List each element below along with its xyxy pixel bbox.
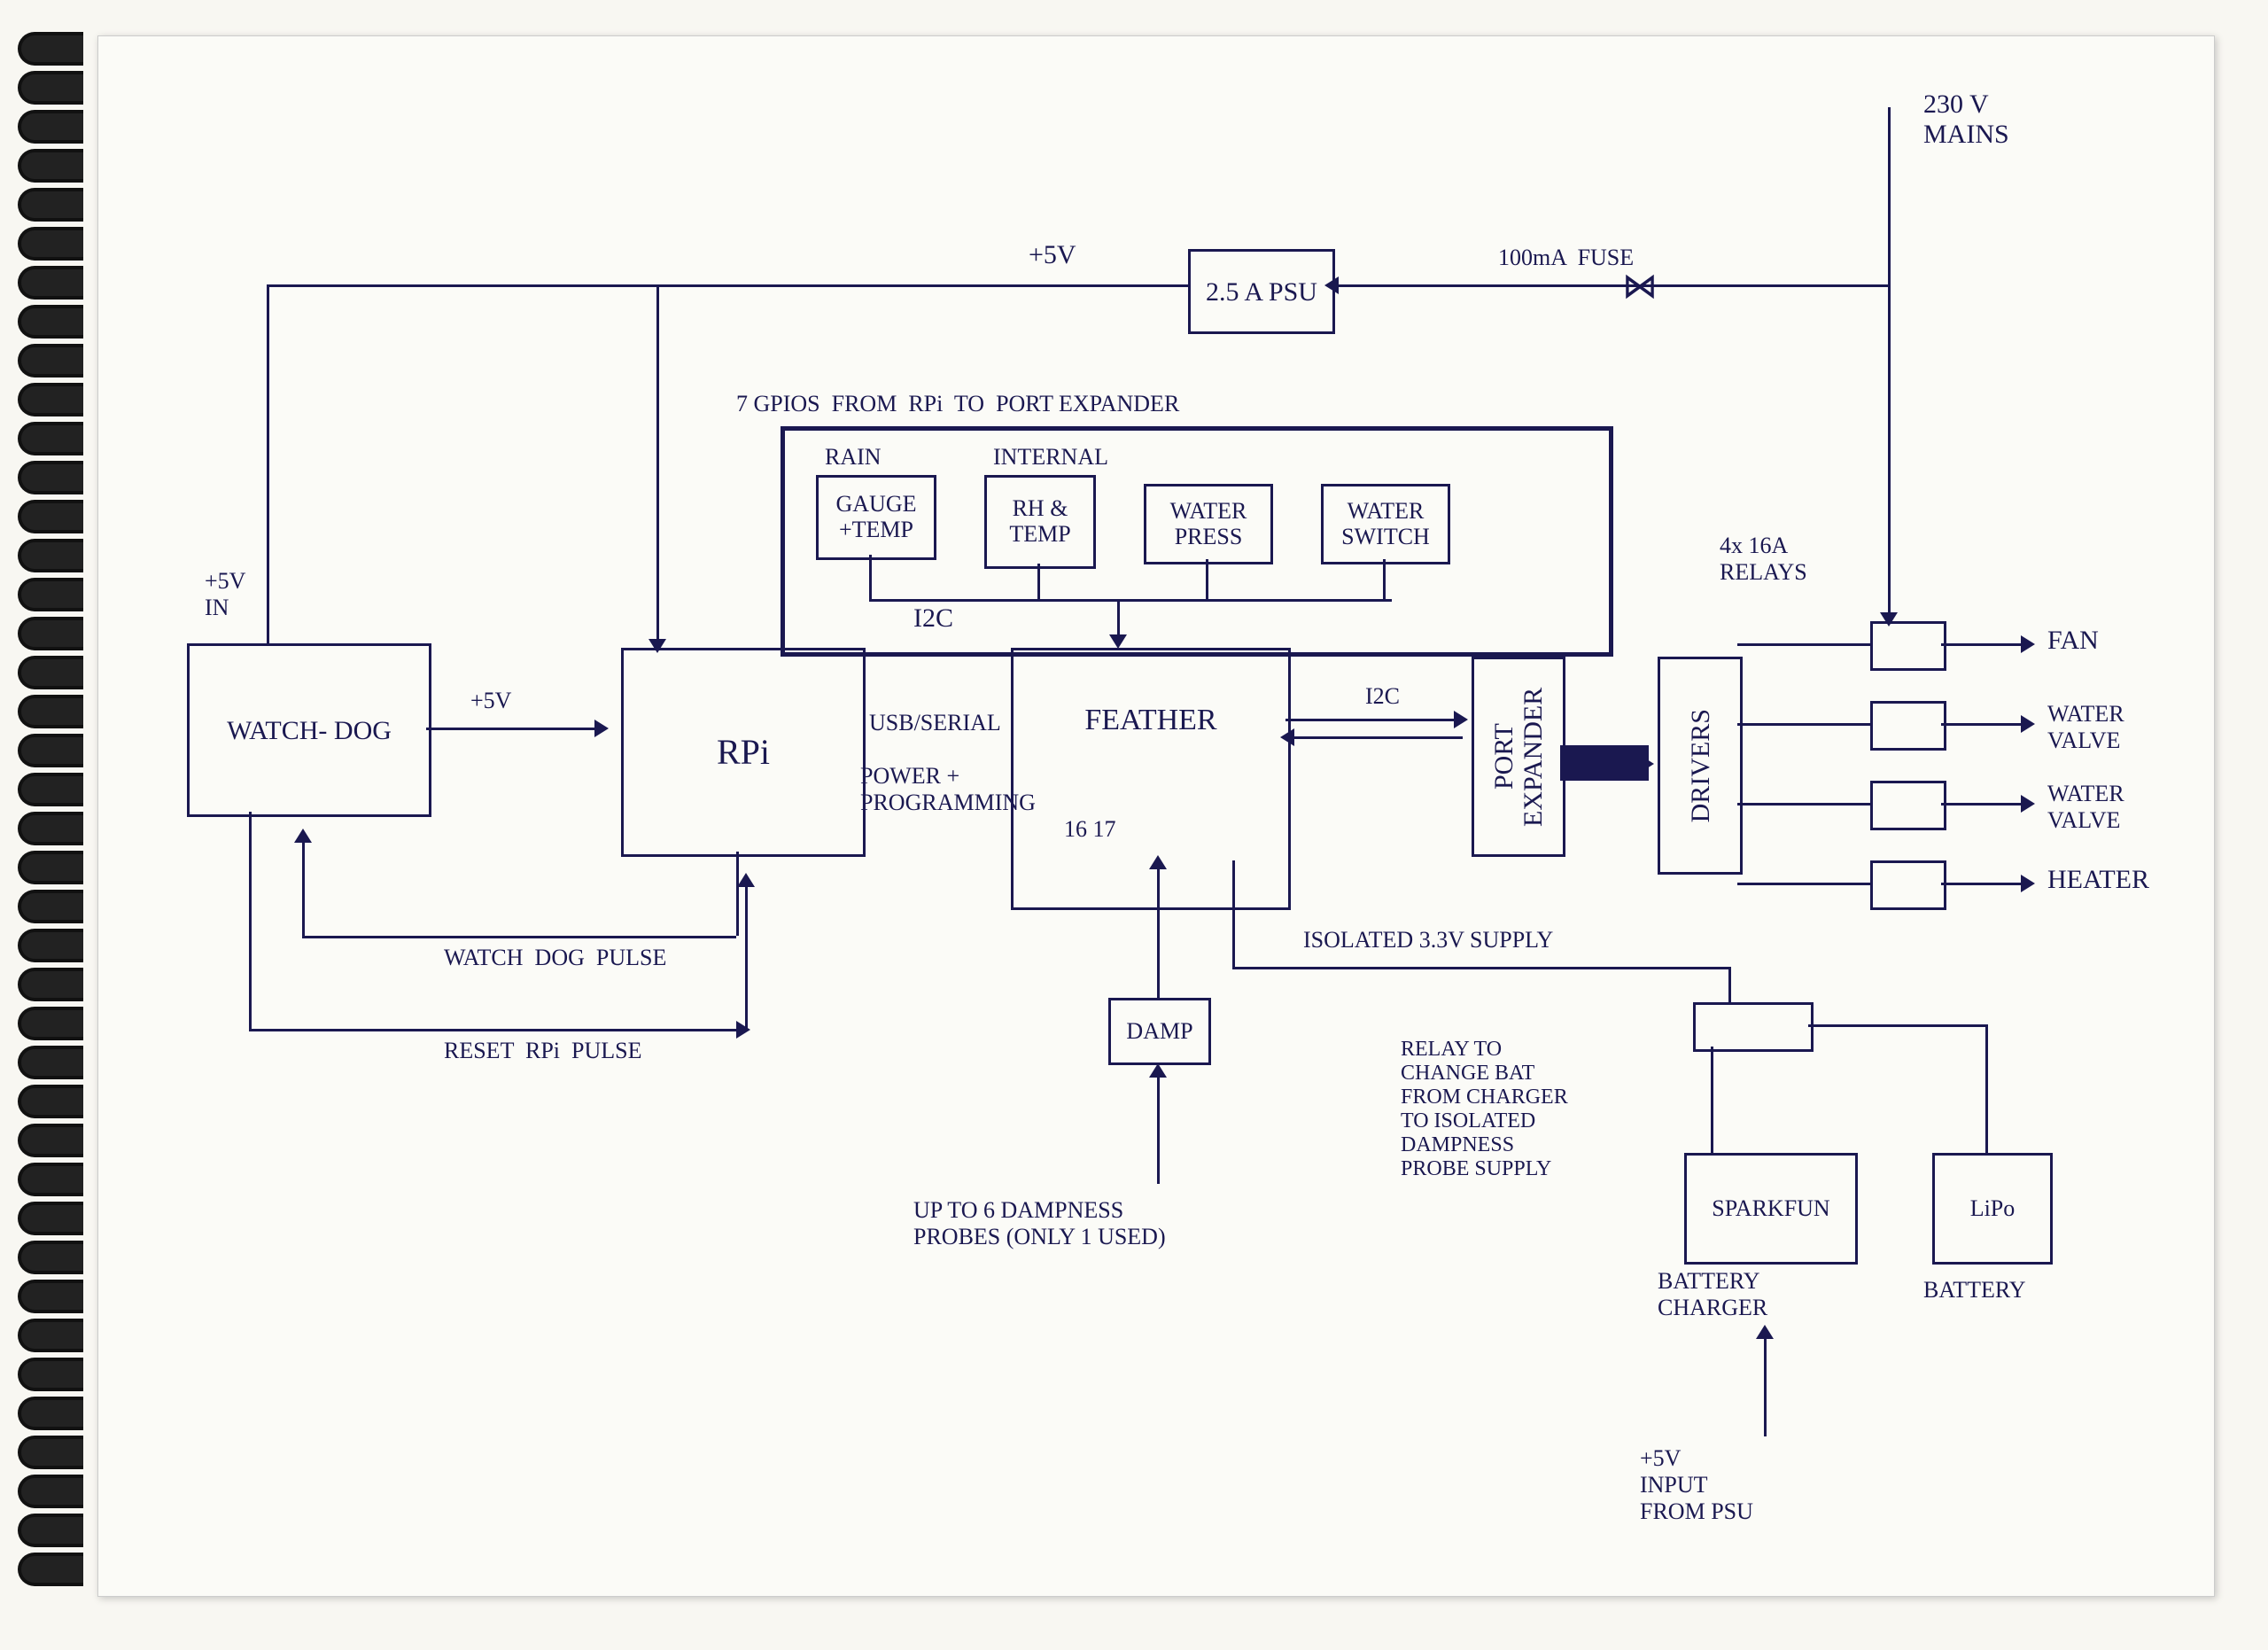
relay-fan	[1870, 621, 1946, 671]
rain-block: GAUGE +TEMP	[816, 475, 936, 560]
reset-up1	[249, 812, 252, 1029]
notebook-spiral	[9, 27, 89, 1623]
damp-note: UP TO 6 DAMPNESS PROBES (ONLY 1 USED)	[913, 1197, 1166, 1250]
pp-label: POWER + PROGRAMMING	[860, 763, 1036, 816]
out-wv1	[1941, 723, 2030, 726]
usb-label: USB/SERIAL	[869, 710, 1001, 736]
i2c-to-feather	[1117, 599, 1120, 643]
watchdog-text: WATCH- DOG	[227, 716, 392, 745]
lipo-text: LiPo	[1970, 1196, 2016, 1222]
relay-to-lipo-h	[1808, 1024, 1985, 1027]
feather-text: FEATHER	[1084, 704, 1216, 736]
heater-label: HEATER	[2047, 865, 2149, 895]
wd-pulse-up1	[302, 834, 305, 936]
reset-line	[249, 1029, 745, 1031]
5v-from-psu: +5V INPUT FROM PSU	[1640, 1445, 1753, 1525]
relay-to-sf	[1711, 1047, 1713, 1153]
battery-caption: BATTERY	[1923, 1277, 2026, 1304]
mains-wire	[1888, 107, 1891, 603]
gpio-title: 7 GPIOS FROM RPi TO PORT EXPANDER	[736, 391, 1179, 417]
fuse-wire	[1330, 284, 1888, 287]
out-wv2	[1941, 803, 2030, 806]
psu-block: 2.5 A PSU	[1188, 249, 1335, 334]
relays-hdr: 4x 16A RELAYS	[1720, 533, 1807, 586]
relay-wv2	[1870, 781, 1946, 830]
charger-caption: BATTERY CHARGER	[1658, 1268, 1767, 1321]
reset-label: RESET RPi PULSE	[444, 1038, 641, 1064]
relay-heater	[1870, 860, 1946, 910]
feather-pins: 16 17	[1064, 816, 1116, 843]
int-hdr: INTERNAL	[993, 444, 1108, 471]
i2c-bus	[869, 599, 1392, 602]
rain-drop	[869, 555, 872, 599]
switch-drop	[1383, 559, 1386, 599]
press-text: WATER PRESS	[1146, 499, 1270, 549]
port-expander-text: PORT EXPANDER	[1489, 659, 1548, 854]
watchdog-block: WATCH- DOG	[187, 643, 431, 817]
mains-label: 230 V MAINS	[1923, 90, 2009, 150]
reset-up2	[745, 878, 748, 1029]
drv-wv1	[1737, 723, 1870, 726]
switch-block: WATER SWITCH	[1321, 484, 1450, 564]
rain-text: GAUGE +TEMP	[819, 492, 934, 542]
feather-to-pe	[1285, 719, 1463, 721]
rain-hdr: RAIN	[825, 444, 882, 471]
5v-wire	[267, 284, 1188, 287]
pe-to-feather	[1285, 736, 1463, 739]
feather-block: FEATHER	[1011, 648, 1291, 910]
i2c-a: I2C	[913, 603, 953, 634]
wd-to-rpi	[426, 728, 603, 730]
fuse-label: 100mA FUSE	[1498, 245, 1634, 271]
out-heater	[1941, 883, 2030, 885]
changeover-relay	[1693, 1002, 1814, 1052]
rpi-block: RPi	[621, 648, 866, 857]
iso-right	[1728, 967, 1731, 1002]
rh-drop	[1037, 564, 1040, 599]
5v-to-rpi	[656, 284, 659, 648]
relay-to-lipo-v	[1985, 1024, 1988, 1153]
drv-heater	[1737, 883, 1870, 885]
5v-to-wd	[267, 284, 269, 643]
sparkfun-text: SPARKFUN	[1712, 1196, 1829, 1222]
5v-in-label: +5V IN	[205, 568, 245, 621]
iso-top	[1232, 967, 1728, 969]
psu-to-sf	[1764, 1330, 1767, 1436]
wv2-label: WATER VALVE	[2047, 781, 2124, 834]
press-drop	[1206, 559, 1208, 599]
pe-to-drivers	[1560, 745, 1649, 781]
probes-in	[1157, 1069, 1160, 1184]
drv-wv2	[1737, 803, 1870, 806]
sparkfun-block: SPARKFUN	[1684, 1153, 1858, 1265]
switch-text: WATER SWITCH	[1324, 499, 1448, 549]
i2c-b: I2C	[1365, 683, 1400, 710]
fan-label: FAN	[2047, 626, 2099, 656]
out-fan	[1941, 643, 2030, 646]
port-expander-block: PORT EXPANDER	[1472, 657, 1565, 857]
psu-text: 2.5 A PSU	[1206, 277, 1317, 307]
wd-pulse-label: WATCH DOG PULSE	[444, 945, 666, 971]
rh-block: RH & TEMP	[984, 475, 1096, 569]
iso-left	[1232, 860, 1235, 967]
drivers-text: DRIVERS	[1686, 709, 1715, 822]
relay-wv1	[1870, 701, 1946, 751]
rpi-text: RPi	[717, 733, 770, 772]
rh-text: RH & TEMP	[987, 496, 1093, 547]
relay-note: RELAY TO CHANGE BAT FROM CHARGER TO ISOL…	[1401, 1038, 1568, 1181]
damp-to-feather	[1157, 860, 1160, 998]
5v-wd-rpi: +5V	[470, 688, 511, 714]
damp-text: DAMP	[1126, 1019, 1192, 1045]
wd-pulse-line	[302, 936, 736, 938]
fuse-icon: ⋈	[1622, 265, 1658, 307]
paper-sheet: 230 V MAINS 100mA FUSE ⋈ 2.5 A PSU +5V +…	[97, 35, 2215, 1597]
lipo-block: LiPo	[1932, 1153, 2053, 1265]
mains-arrow	[1888, 603, 1891, 621]
wv1-label: WATER VALVE	[2047, 701, 2124, 754]
drv-fan	[1737, 643, 1870, 646]
5v-label: +5V	[1029, 240, 1076, 270]
press-block: WATER PRESS	[1144, 484, 1273, 564]
drivers-block: DRIVERS	[1658, 657, 1743, 875]
iso-label: ISOLATED 3.3V SUPPLY	[1303, 927, 1553, 953]
